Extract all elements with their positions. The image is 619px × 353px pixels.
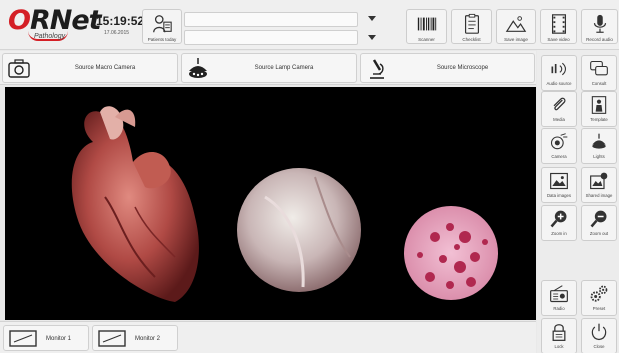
radio-label: Radio xyxy=(553,306,565,311)
lights-label: Lights xyxy=(593,154,605,159)
patient-field-1[interactable] xyxy=(184,12,358,27)
surgical-light-icon xyxy=(592,133,606,149)
template-button[interactable]: Template xyxy=(581,91,617,127)
audio-source-icon xyxy=(551,62,566,76)
shared-image-label: Shared image xyxy=(585,193,613,198)
preset-button[interactable]: Preset xyxy=(581,280,617,316)
media-button[interactable]: Media xyxy=(541,91,577,127)
power-icon xyxy=(591,323,607,341)
clock-time: 15:19:52 xyxy=(96,14,145,28)
paperclip-icon xyxy=(553,97,566,111)
lock-label: Lock xyxy=(554,344,564,349)
gears-icon xyxy=(590,285,608,302)
data-images-label: Data images xyxy=(546,193,572,198)
save-video-button[interactable]: Save video xyxy=(540,9,577,44)
microphone-icon xyxy=(593,14,606,33)
monitor-1-button[interactable]: Monitor 1 xyxy=(3,325,89,351)
audio-source-label: Audio source xyxy=(546,81,572,86)
lights-button[interactable]: Lights xyxy=(581,128,617,164)
scanner-button[interactable]: Scanner xyxy=(406,9,447,44)
patients-today-label: Patients today xyxy=(147,37,177,42)
radio-button[interactable]: Radio xyxy=(541,280,577,316)
source-macro-camera-label: Source Macro Camera xyxy=(74,65,136,71)
zoom-in-icon xyxy=(550,210,567,228)
save-video-label: Save video xyxy=(547,37,570,42)
logo-subtitle: Pathology xyxy=(34,33,66,40)
ornet-app: ORNet Pathology 15:19:52 17.06.2015 Pati… xyxy=(0,0,619,353)
save-image-label: Save image xyxy=(504,37,528,42)
camera-icon xyxy=(8,59,30,78)
lamp-camera-view xyxy=(237,168,361,292)
source-macro-camera-button[interactable]: Source Macro Camera xyxy=(2,53,178,83)
barcode-icon xyxy=(417,17,436,31)
record-audio-button[interactable]: Record audio xyxy=(581,9,618,44)
close-button[interactable]: Close xyxy=(581,318,617,353)
camera-label: Camera xyxy=(551,154,567,159)
image-gallery-icon xyxy=(550,172,568,190)
monitor-2-label: Monitor 2 xyxy=(135,336,161,342)
clock-date: 17.06.2015 xyxy=(104,30,130,36)
shared-image-icon xyxy=(590,172,608,190)
lamp-camera-icon xyxy=(189,58,207,78)
checklist-button[interactable]: Checklist xyxy=(451,9,492,44)
microscope-icon xyxy=(370,59,384,79)
preset-label: Preset xyxy=(592,306,606,311)
chat-bubbles-icon xyxy=(590,60,608,76)
close-label: Close xyxy=(593,344,605,349)
patient-list-icon xyxy=(153,15,172,33)
source-selector-bar: Source Macro Camera Source Lamp Camera S… xyxy=(0,51,536,85)
chevron-down-icon[interactable] xyxy=(368,16,376,21)
monitor-1-label: Monitor 1 xyxy=(46,336,72,342)
zoom-out-label: Zoom out xyxy=(589,231,609,236)
source-microscope-label: Source Microscope xyxy=(436,65,489,71)
consult-label: Consult xyxy=(591,81,607,86)
source-microscope-button[interactable]: Source Microscope xyxy=(360,53,535,83)
camera-settings-icon xyxy=(550,133,568,150)
media-label: Media xyxy=(553,117,565,122)
source-lamp-camera-label: Source Lamp Camera xyxy=(254,65,314,71)
consult-button[interactable]: Consult xyxy=(581,55,617,91)
save-image-icon xyxy=(505,16,527,32)
monitor-selector-bar: Monitor 1 Monitor 2 xyxy=(0,321,536,353)
zoom-in-label: Zoom in xyxy=(551,231,567,236)
lock-icon xyxy=(552,324,566,341)
camera-button[interactable]: Camera xyxy=(541,128,577,164)
checklist-label: Checklist xyxy=(462,37,481,42)
chevron-down-icon[interactable] xyxy=(368,35,376,40)
audio-source-button[interactable]: Audio source xyxy=(541,55,577,91)
zoom-out-icon xyxy=(590,210,607,228)
template-label: Template xyxy=(590,117,608,122)
patient-field-2[interactable] xyxy=(184,30,358,45)
shared-image-button[interactable]: Shared image xyxy=(581,167,617,203)
save-image-button[interactable]: Save image xyxy=(496,9,536,44)
data-images-button[interactable]: Data images xyxy=(541,167,577,203)
scanner-label: Scanner xyxy=(418,37,435,42)
zoom-out-button[interactable]: Zoom out xyxy=(581,205,617,241)
ornet-logo: ORNet Pathology xyxy=(8,5,102,44)
logo-o: O xyxy=(8,5,31,36)
video-frame xyxy=(71,106,498,302)
microscope-view xyxy=(404,206,498,300)
radio-icon xyxy=(550,285,568,303)
right-tool-panel: Audio source Consult Media Template Came… xyxy=(537,50,619,353)
zoom-in-button[interactable]: Zoom in xyxy=(541,205,577,241)
heart-image xyxy=(71,106,199,302)
video-preview[interactable] xyxy=(5,87,536,320)
header-bar: ORNet Pathology 15:19:52 17.06.2015 Pati… xyxy=(0,0,619,50)
lock-button[interactable]: Lock xyxy=(541,318,577,353)
patients-today-button[interactable]: Patients today xyxy=(142,9,182,44)
film-icon xyxy=(551,14,566,34)
monitor-icon xyxy=(98,330,126,347)
monitor-2-button[interactable]: Monitor 2 xyxy=(92,325,178,351)
template-icon xyxy=(591,96,607,114)
monitor-icon xyxy=(9,330,37,347)
record-audio-label: Record audio xyxy=(586,37,613,42)
source-lamp-camera-button[interactable]: Source Lamp Camera xyxy=(181,53,357,83)
checklist-icon xyxy=(464,13,479,34)
